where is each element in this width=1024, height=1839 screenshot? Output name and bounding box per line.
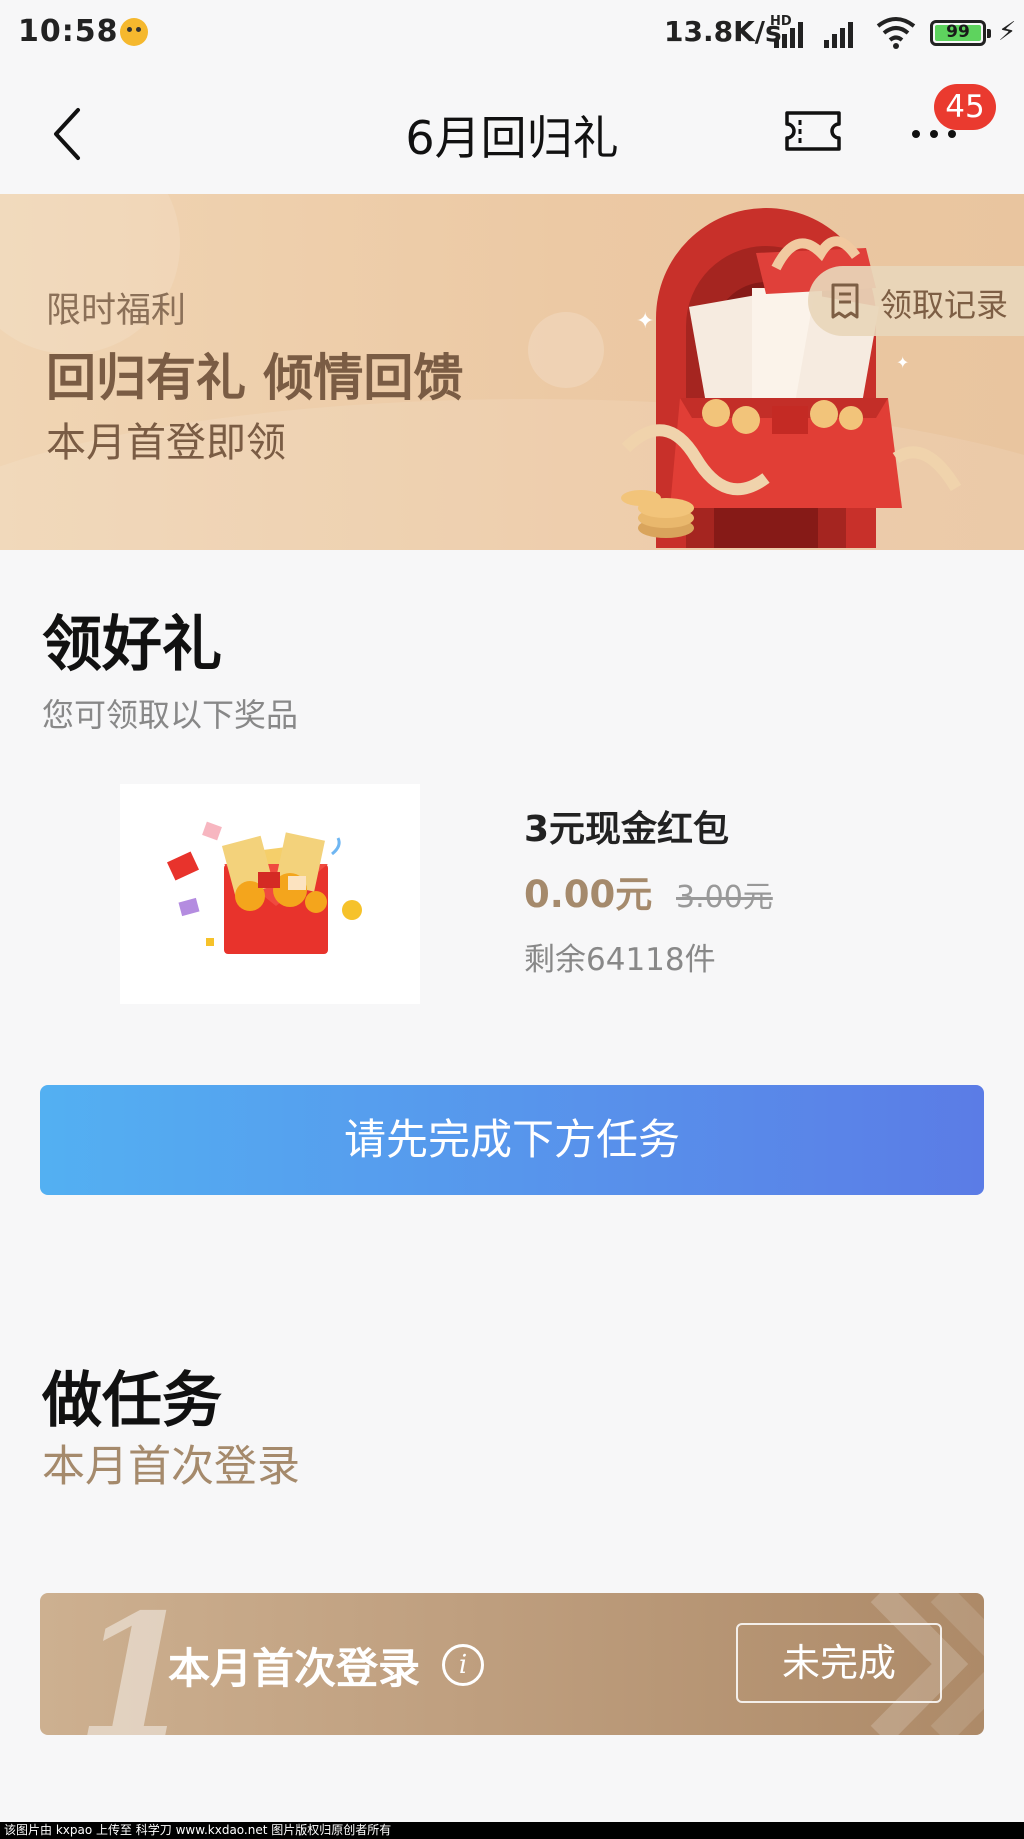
task-section-subtitle: 本月首次登录	[42, 1442, 300, 1492]
gift-section-subtitle: 您可领取以下奖品	[42, 696, 299, 734]
wifi-icon	[876, 17, 916, 49]
nav-bar: 6月回归礼 45	[0, 68, 1024, 194]
gift-section-title: 领好礼	[42, 610, 222, 680]
complete-tasks-button[interactable]: 请先完成下方任务	[40, 1085, 984, 1195]
status-time: 10:58	[18, 14, 119, 49]
battery-icon: 99	[930, 20, 991, 46]
red-envelope-illustration	[166, 821, 362, 954]
notification-badge: 45	[934, 84, 996, 130]
info-icon[interactable]: i	[442, 1644, 484, 1686]
charging-icon: ⚡	[998, 17, 1017, 47]
page-title: 6月回归礼	[405, 111, 619, 165]
gift-stock: 剩余64118件	[524, 942, 716, 978]
signal-1-icon	[772, 20, 810, 48]
task-section-title: 做任务	[42, 1366, 222, 1436]
gift-image	[120, 784, 420, 1004]
battery-level: 99	[946, 22, 970, 42]
records-button[interactable]: 领取记录	[808, 266, 1024, 336]
network-speed: 13.8K/s	[664, 15, 782, 48]
app-notification-icon	[120, 18, 148, 46]
gift-price: 0.00元	[524, 873, 653, 916]
records-label: 领取记录	[880, 286, 1009, 324]
gift-name: 3元现金红包	[524, 809, 730, 850]
task-status-button[interactable]: 未完成	[736, 1623, 942, 1703]
ticket-icon[interactable]	[784, 110, 842, 152]
gift-original-price: 3.00元	[676, 880, 773, 915]
signal-2-icon	[822, 20, 860, 48]
status-bar: 10:58 13.8K/s HD 99 ⚡	[0, 0, 1024, 68]
svg-text:✦: ✦	[636, 309, 654, 334]
banner-title: 回归有礼 倾情回馈	[46, 349, 464, 407]
banner-tag: 限时福利	[46, 291, 187, 331]
banner-subtitle: 本月首登即领	[46, 420, 286, 466]
svg-text:✦: ✦	[896, 353, 909, 372]
task-card: 1 本月首次登录 i 未完成	[40, 1593, 984, 1735]
receipt-icon	[831, 283, 859, 319]
watermark-footer: 该图片由 kxpao 上传至 科学刀 www.kxdao.net 图片版权归原创…	[0, 1822, 1024, 1839]
task-label: 本月首次登录	[168, 1644, 421, 1693]
gift-box-illustration: ✦ ✦	[621, 208, 962, 548]
promo-banner: 限时福利 回归有礼 倾情回馈 本月首登即领 ✦ ✦ 领取记录	[0, 194, 1024, 550]
